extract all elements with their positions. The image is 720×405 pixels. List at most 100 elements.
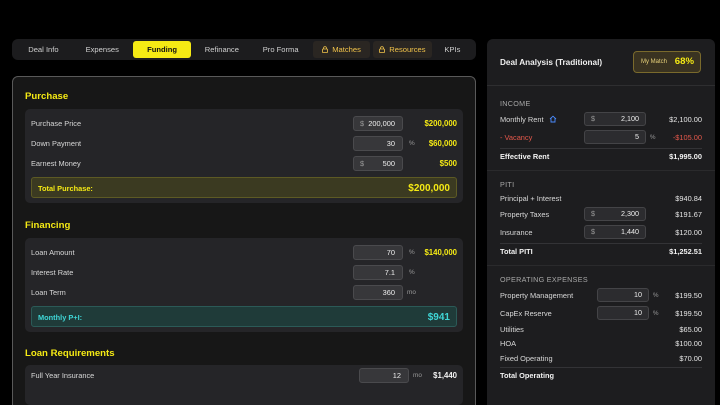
tab-resources[interactable]: Resources [372, 41, 432, 58]
purchase-card: Purchase Price $200,000 $200,000 Down Pa… [25, 109, 463, 203]
dollar-icon: $ [360, 159, 365, 168]
full-year-insurance-amount: $1,440 [433, 371, 457, 380]
purchase-price-label: Purchase Price [31, 119, 82, 128]
capex-reserve-row: CapEx Reserve 10 % $199.50 [500, 306, 702, 321]
down-payment-unit: % [409, 140, 415, 147]
tab-matches[interactable]: Matches [313, 41, 370, 58]
property-taxes-input[interactable]: $2,300 [584, 207, 646, 221]
hoa-value: $100.00 [675, 339, 702, 348]
section-title-financing: Financing [25, 220, 71, 231]
capex-reserve-label: CapEx Reserve [500, 309, 552, 318]
monthly-rent-row: Monthly Rent $2,100 $2,100.00 [500, 112, 702, 127]
loan-amount-value: $140,000 [424, 248, 457, 257]
loan-amount-row: Loan Amount 70 % $140,000 [31, 245, 457, 261]
full-year-insurance-row: Full Year Insurance 12 mo $1,440 [31, 368, 457, 384]
full-year-insurance-label: Full Year Insurance [31, 371, 95, 380]
effective-rent-row: Effective Rent $1,995.00 [500, 149, 702, 164]
earnest-money-value: 500 [382, 159, 395, 168]
tab-resources-label: Resources [389, 45, 426, 54]
down-payment-input[interactable]: 30 [353, 136, 403, 151]
section-title-loan-requirements: Loan Requirements [25, 348, 115, 359]
tab-expenses[interactable]: Expenses [72, 41, 133, 58]
earnest-money-label: Earnest Money [31, 159, 81, 168]
insurance-input-value: 1,440 [621, 227, 639, 236]
my-match-label: My Match [641, 59, 668, 65]
total-purchase-bar: Total Purchase: $200,000 [31, 177, 457, 198]
lock-icon [322, 46, 329, 53]
total-piti-label: Total PITI [500, 247, 533, 256]
dollar-icon: $ [591, 114, 595, 123]
loan-term-input[interactable]: 360 [353, 285, 403, 300]
property-taxes-value: $191.67 [675, 210, 702, 219]
total-operating-row: Total Operating [500, 368, 702, 383]
tab-matches-label: Matches [332, 45, 361, 54]
full-year-insurance-input[interactable]: 12 [359, 368, 409, 383]
principal-interest-value: $940.84 [675, 194, 702, 203]
deal-analysis-header: Deal Analysis (Traditional) My Match 68% [487, 39, 715, 86]
earnest-money-input[interactable]: $500 [353, 156, 403, 171]
dollar-icon: $ [591, 227, 595, 236]
total-piti-row: Total PITI $1,252.51 [500, 244, 702, 259]
monthly-rent-text: Monthly Rent [500, 115, 544, 124]
property-management-input[interactable]: 10 [597, 288, 649, 302]
piti-section-title: PITI [500, 180, 515, 189]
insurance-label: Insurance [500, 228, 533, 237]
earnest-money-amount: $500 [439, 159, 457, 168]
tab-funding[interactable]: Funding [132, 41, 192, 58]
principal-interest-row: Principal + Interest $940.84 [500, 191, 702, 206]
property-taxes-input-value: 2,300 [621, 209, 639, 218]
funding-panel: Purchase Purchase Price $200,000 $200,00… [12, 76, 476, 405]
insurance-row: Insurance $1,440 $120.00 [500, 225, 702, 240]
vacancy-input[interactable]: 5 [584, 130, 646, 144]
income-section-title: INCOME [500, 99, 531, 108]
vacancy-value: -$105.00 [672, 133, 702, 142]
loan-amount-label: Loan Amount [31, 248, 75, 257]
down-payment-label: Down Payment [31, 139, 82, 148]
lock-icon [379, 46, 386, 53]
tab-pro-forma[interactable]: Pro Forma [252, 41, 309, 58]
section-divider [487, 170, 715, 171]
purchase-price-input[interactable]: $200,000 [353, 116, 403, 131]
fixed-operating-label: Fixed Operating [500, 354, 553, 363]
capex-reserve-input[interactable]: 10 [597, 306, 649, 320]
tab-refinance[interactable]: Refinance [191, 41, 252, 58]
full-year-insurance-unit: mo [413, 372, 422, 379]
deal-analysis-panel: Deal Analysis (Traditional) My Match 68%… [487, 39, 715, 405]
dollar-icon: $ [591, 209, 595, 218]
capex-reserve-unit: % [653, 310, 659, 317]
loan-term-unit: mo [407, 289, 416, 296]
purchase-price-value: 200,000 [368, 119, 395, 128]
utilities-row: Utilities $65.00 [500, 322, 702, 337]
property-management-label: Property Management [500, 291, 574, 300]
financing-card: Loan Amount 70 % $140,000 Interest Rate … [25, 238, 463, 332]
my-match-value: 68% [674, 56, 694, 67]
down-payment-amount: $60,000 [428, 139, 457, 148]
interest-rate-row: Interest Rate 7.1 % [31, 265, 457, 281]
tab-kpis[interactable]: KPIs [432, 41, 473, 58]
loan-requirements-card: Full Year Insurance 12 mo $1,440 [25, 365, 463, 405]
section-divider [487, 265, 715, 266]
fixed-operating-row: Fixed Operating $70.00 [500, 351, 702, 366]
interest-rate-input[interactable]: 7.1 [353, 265, 403, 280]
effective-rent-value: $1,995.00 [669, 152, 702, 161]
dollar-icon: $ [360, 119, 365, 128]
insurance-input[interactable]: $1,440 [584, 225, 646, 239]
total-piti-value: $1,252.51 [669, 247, 702, 256]
purchase-price-amount: $200,000 [424, 119, 457, 128]
hoa-row: HOA $100.00 [500, 336, 702, 351]
monthly-rent-input[interactable]: $2,100 [584, 112, 646, 126]
loan-amount-unit: % [409, 249, 415, 256]
tab-bar: Deal Info Expenses Funding Refinance Pro… [12, 39, 476, 60]
earnest-money-row: Earnest Money $500 $500 [31, 156, 457, 172]
vacancy-unit: % [650, 134, 656, 141]
monthly-rent-label: Monthly Rent [500, 112, 557, 127]
tab-deal-info[interactable]: Deal Info [15, 41, 72, 58]
vacancy-row: - Vacancy 5 % -$105.00 [500, 130, 702, 145]
property-management-unit: % [653, 292, 659, 299]
loan-amount-input[interactable]: 70 [353, 245, 403, 260]
principal-interest-label: Principal + Interest [500, 194, 562, 203]
home-icon[interactable] [549, 115, 557, 123]
section-title-purchase: Purchase [25, 91, 69, 102]
utilities-label: Utilities [500, 325, 524, 334]
hoa-label: HOA [500, 339, 517, 348]
